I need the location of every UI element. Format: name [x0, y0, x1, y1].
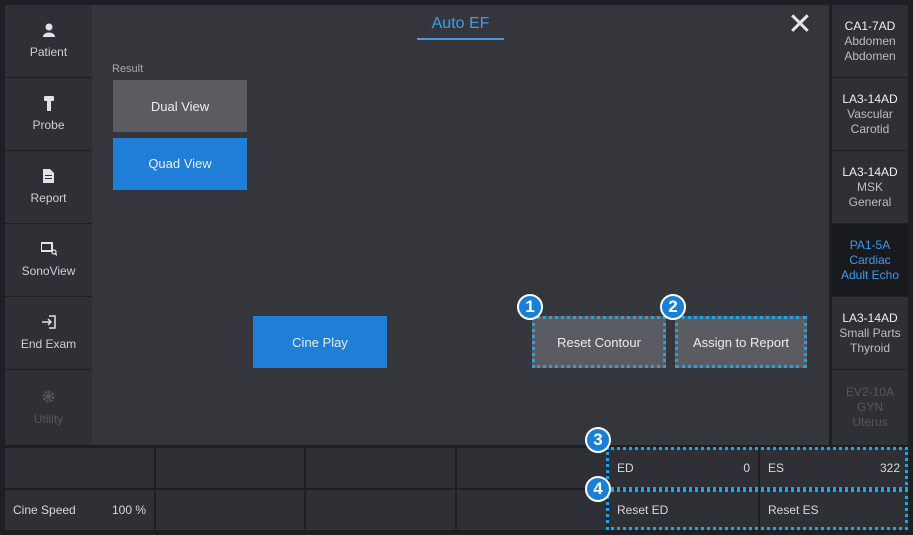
exit-icon — [41, 315, 56, 331]
page-title: Auto EF — [431, 15, 490, 32]
probe-preset: Thyroid — [849, 340, 890, 355]
bottom-empty-cell — [306, 490, 455, 530]
document-icon — [43, 169, 54, 185]
report-label: Report — [30, 191, 67, 205]
probe-label: Probe — [32, 118, 65, 132]
quad-view-button[interactable]: Quad View — [113, 138, 247, 190]
probe-name: LA3-14AD — [842, 91, 898, 106]
cine-speed-label: Cine Speed — [13, 503, 76, 517]
probe-name: CA1-7AD — [844, 18, 896, 33]
probe-name: PA1-5A — [849, 237, 891, 252]
probe-icon — [43, 96, 54, 112]
probe-preset: Carotid — [850, 121, 890, 136]
probe-item-ev2-10a[interactable]: EV2-10A GYN Uterus — [832, 370, 908, 446]
patient-button[interactable]: Patient — [5, 5, 92, 78]
utility-button[interactable]: Utility — [5, 370, 92, 446]
callout-3-badge: 3 — [585, 427, 611, 453]
probe-app: GYN — [856, 400, 883, 414]
probe-app: Vascular — [847, 106, 893, 121]
end-exam-button[interactable]: End Exam — [5, 297, 92, 370]
probe-name: LA3-14AD — [842, 164, 898, 179]
probe-app: Cardiac — [849, 252, 891, 267]
probe-button[interactable]: Probe — [5, 78, 92, 151]
report-button[interactable]: Report — [5, 151, 92, 224]
probe-name: EV2-10A — [845, 385, 895, 399]
cine-speed-value: 100 % — [111, 503, 146, 517]
result-label: Result — [112, 63, 144, 75]
sonoview-icon — [39, 242, 57, 258]
probe-item-la3-14ad-msk[interactable]: LA3-14AD MSK General — [832, 151, 908, 224]
probe-item-la3-14ad-vascular[interactable]: LA3-14AD Vascular Carotid — [832, 78, 908, 151]
probe-preset: Uterus — [852, 415, 888, 429]
probe-name: LA3-14AD — [842, 310, 898, 325]
bottom-empty-cell — [156, 490, 304, 530]
bottom-empty-cell — [5, 448, 154, 488]
bottom-empty-cell — [156, 448, 304, 488]
callout-4-outline — [606, 489, 908, 530]
cine-speed-control[interactable]: Cine Speed 100 % — [5, 490, 154, 530]
title-underline — [417, 38, 504, 40]
bottom-empty-cell — [457, 448, 607, 488]
end-exam-label: End Exam — [20, 337, 77, 351]
probe-list: CA1-7AD Abdomen Abdomen LA3-14AD Vascula… — [832, 5, 908, 446]
callout-1-badge: 1 — [517, 294, 543, 320]
reset-contour-button[interactable]: Reset Contour — [532, 316, 666, 368]
probe-app: Small Parts — [839, 325, 901, 340]
bottom-empty-cell — [306, 448, 455, 488]
auto-ef-panel: Auto EF ✕ Result Dual View Quad View Cin… — [92, 5, 829, 445]
gear-icon — [42, 390, 55, 406]
probe-preset: Abdomen — [844, 48, 896, 63]
sonoview-label: SonoView — [21, 264, 76, 278]
dual-view-button[interactable]: Dual View — [113, 80, 247, 132]
probe-item-ca1-7ad[interactable]: CA1-7AD Abdomen Abdomen — [832, 5, 908, 78]
sonoview-button[interactable]: SonoView — [5, 224, 92, 297]
close-icon[interactable]: ✕ — [786, 10, 814, 40]
probe-preset: Adult Echo — [840, 267, 900, 282]
bottom-empty-cell — [457, 490, 607, 530]
callout-4-badge: 4 — [585, 476, 611, 502]
probe-item-la3-14ad-small-parts[interactable]: LA3-14AD Small Parts Thyroid — [832, 297, 908, 370]
callout-2-badge: 2 — [660, 294, 686, 320]
cine-play-button[interactable]: Cine Play — [253, 316, 387, 368]
person-icon — [42, 23, 55, 39]
patient-label: Patient — [29, 45, 68, 59]
utility-label: Utility — [33, 411, 64, 426]
probe-app: MSK — [856, 179, 883, 194]
left-sidebar: Patient Probe Report SonoView End Exam U… — [5, 5, 92, 446]
probe-item-pa1-5a[interactable]: PA1-5A Cardiac Adult Echo — [832, 224, 908, 297]
assign-to-report-button[interactable]: Assign to Report — [675, 316, 807, 368]
callout-3-outline — [606, 447, 908, 490]
probe-app: Abdomen — [844, 33, 896, 48]
bottom-control-bar: ED 0 ES 322 Cine Speed 100 % Reset ED Re… — [5, 427, 908, 530]
probe-preset: General — [848, 194, 892, 209]
